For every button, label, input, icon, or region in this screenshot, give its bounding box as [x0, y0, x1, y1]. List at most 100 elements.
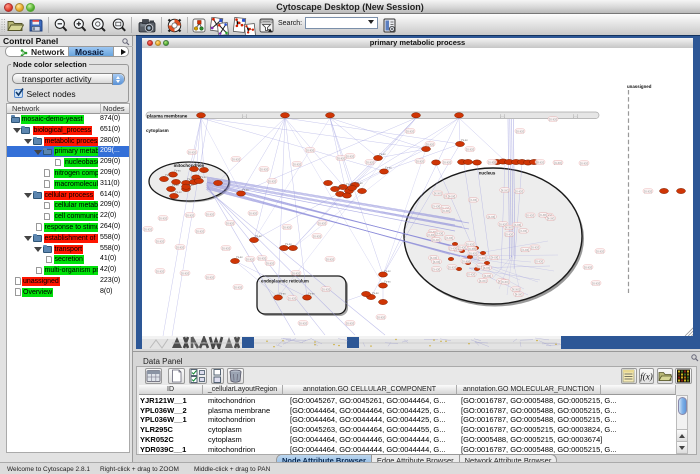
svg-text:[x-xx]: [x-xx] — [483, 266, 491, 270]
svg-text:Yx-xx: Yx-xx — [187, 183, 194, 187]
svg-text:Yx-xx: Yx-xx — [379, 152, 386, 156]
svg-text:Yx-xx: Yx-xx — [175, 190, 182, 194]
svg-text:Yx-xx: Yx-xx — [187, 177, 194, 181]
svg-text:unassigned: unassigned — [627, 84, 652, 89]
svg-text:Yx-xx: Yx-xx — [200, 175, 207, 179]
svg-text:[x-xx]: [x-xx] — [448, 194, 456, 198]
svg-text:[x-xx]: [x-xx] — [432, 238, 440, 242]
svg-text:[x-xx]: [x-xx] — [484, 274, 492, 278]
svg-text:[x-xx]: [x-xx] — [478, 256, 486, 260]
svg-text:[x-xx]: [x-xx] — [501, 188, 509, 192]
svg-text:[x-xx]: [x-xx] — [306, 148, 314, 152]
svg-text:Yx-xx: Yx-xx — [372, 291, 379, 295]
svg-text:Yx-xx: Yx-xx — [172, 183, 179, 187]
svg-text:[x-xx]: [x-xx] — [226, 221, 234, 225]
svg-text:[x-xx]: [x-xx] — [434, 192, 442, 196]
svg-text:[x-xx]: [x-xx] — [512, 287, 520, 291]
svg-text:[x-xx]: [x-xx] — [531, 246, 539, 250]
svg-text:[x-xx]: [x-xx] — [196, 229, 204, 233]
svg-text:[x-xx]: [x-xx] — [346, 154, 354, 158]
svg-text:[x-xx]: [x-xx] — [258, 256, 266, 260]
svg-text:[x-xx]: [x-xx] — [346, 321, 354, 325]
svg-text:[x-xx]: [x-xx] — [466, 147, 474, 151]
svg-text:[x-xx]: [x-xx] — [427, 233, 435, 237]
svg-text:[x-xx]: [x-xx] — [644, 189, 652, 193]
svg-text:[x-xx]: [x-xx] — [159, 216, 167, 220]
svg-text:[x-xx]: [x-xx] — [249, 211, 257, 215]
svg-text:[x-xx]: [x-xx] — [443, 160, 451, 164]
svg-text:[x-xx]: [x-xx] — [580, 161, 588, 165]
svg-text:Yx-xx: Yx-xx — [195, 163, 202, 167]
svg-text:[x-xx]: [x-xx] — [266, 261, 274, 265]
svg-text:[x-xx]: [x-xx] — [516, 129, 524, 133]
svg-text:[x-xx]: [x-xx] — [206, 212, 214, 216]
svg-text:[x-xx]: [x-xx] — [554, 161, 562, 165]
svg-text:[x-xx]: [x-xx] — [458, 246, 466, 250]
svg-text:[x-xx]: [x-xx] — [268, 179, 276, 183]
svg-text:[x-xx]: [x-xx] — [181, 271, 189, 275]
svg-text:[x-xx]: [x-xx] — [462, 259, 470, 263]
svg-text:[x-xx]: [x-xx] — [299, 321, 307, 325]
svg-text:[x-xx]: [x-xx] — [491, 256, 499, 260]
svg-text:[x-xx]: [x-xx] — [232, 157, 240, 161]
svg-text:[x-xx]: [x-xx] — [488, 215, 496, 219]
svg-text:Yx-xx: Yx-xx — [285, 242, 292, 246]
svg-text:[x-xx]: [x-xx] — [449, 246, 457, 250]
svg-text:[x-xx]: [x-xx] — [515, 189, 523, 193]
svg-text:[x-xx]: [x-xx] — [596, 249, 604, 253]
svg-text:cytoplasm: cytoplasm — [146, 128, 169, 133]
svg-text:endoplasmic reticulum: endoplasmic reticulum — [261, 279, 309, 284]
svg-text:[x-xx]: [x-xx] — [433, 260, 441, 264]
svg-text:Yx-xx: Yx-xx — [255, 234, 262, 238]
svg-text:[x-xx]: [x-xx] — [479, 279, 487, 283]
svg-text:[x-xx]: [x-xx] — [322, 287, 330, 291]
svg-text:Yx-xx: Yx-xx — [461, 138, 468, 142]
svg-text:[x-xx]: [x-xx] — [469, 198, 477, 202]
svg-text:[x-xx]: [x-xx] — [592, 281, 600, 285]
svg-text:[x-xx]: [x-xx] — [288, 296, 296, 300]
svg-text:[x-xx]: [x-xx] — [435, 232, 443, 236]
svg-text:[...]: [...] — [573, 114, 578, 118]
svg-text:f(x): f(x) — [640, 372, 653, 382]
svg-text:[x-xx]: [x-xx] — [260, 167, 268, 171]
svg-text:[x-xx]: [x-xx] — [234, 285, 242, 289]
svg-text:[x-xx]: [x-xx] — [547, 216, 555, 220]
svg-text:[x-xx]: [x-xx] — [432, 267, 440, 271]
svg-text:[x-xx]: [x-xx] — [536, 160, 544, 164]
svg-text:[x-xx]: [x-xx] — [416, 159, 424, 163]
svg-text:Yx-xx: Yx-xx — [279, 292, 286, 296]
svg-text:[x-xx]: [x-xx] — [505, 232, 513, 236]
svg-text:[x-xx]: [x-xx] — [156, 269, 164, 273]
svg-text:[x-xx]: [x-xx] — [549, 117, 557, 121]
svg-text:[x-xx]: [x-xx] — [222, 246, 230, 250]
svg-text:[x-xx]: [x-xx] — [366, 160, 374, 164]
svg-text:[x-xx]: [x-xx] — [406, 129, 414, 133]
svg-text:[x-xx]: [x-xx] — [501, 280, 509, 284]
svg-text:[x-xx]: [x-xx] — [176, 245, 184, 249]
svg-text:[x-xx]: [x-xx] — [144, 227, 152, 231]
svg-text:[x-xx]: [x-xx] — [469, 251, 477, 255]
svg-text:[x-xx]: [x-xx] — [186, 213, 194, 217]
svg-text:Yx-xx: Yx-xx — [336, 185, 343, 189]
svg-text:[x-xx]: [x-xx] — [448, 265, 456, 269]
svg-text:[x-xx]: [x-xx] — [156, 239, 164, 243]
svg-text:[x-xx]: [x-xx] — [535, 260, 543, 264]
svg-text:[x-xx]: [x-xx] — [515, 293, 523, 297]
svg-text:nucleus: nucleus — [479, 171, 496, 176]
svg-text:[x-xx]: [x-xx] — [519, 229, 527, 233]
svg-text:[x-xx]: [x-xx] — [432, 204, 440, 208]
svg-text:[x-xx]: [x-xx] — [466, 242, 474, 246]
svg-text:Yx-xx: Yx-xx — [384, 280, 391, 284]
svg-text:[x-xx]: [x-xx] — [326, 257, 334, 261]
svg-text:[x-xx]: [x-xx] — [292, 271, 300, 275]
svg-text:[x-xx]: [x-xx] — [442, 209, 450, 213]
svg-text:[x-xx]: [x-xx] — [505, 226, 513, 230]
svg-text:Yx-xx: Yx-xx — [165, 173, 172, 177]
svg-text:plasma membrane: plasma membrane — [147, 113, 188, 118]
svg-text:[...]: [...] — [500, 114, 505, 118]
svg-text:[x-xx]: [x-xx] — [318, 221, 326, 225]
svg-text:[x-xx]: [x-xx] — [584, 265, 592, 269]
svg-text:Yx-xx: Yx-xx — [385, 166, 392, 170]
svg-text:Yx-xx: Yx-xx — [346, 182, 353, 186]
svg-text:Yx-xx: Yx-xx — [242, 188, 249, 192]
